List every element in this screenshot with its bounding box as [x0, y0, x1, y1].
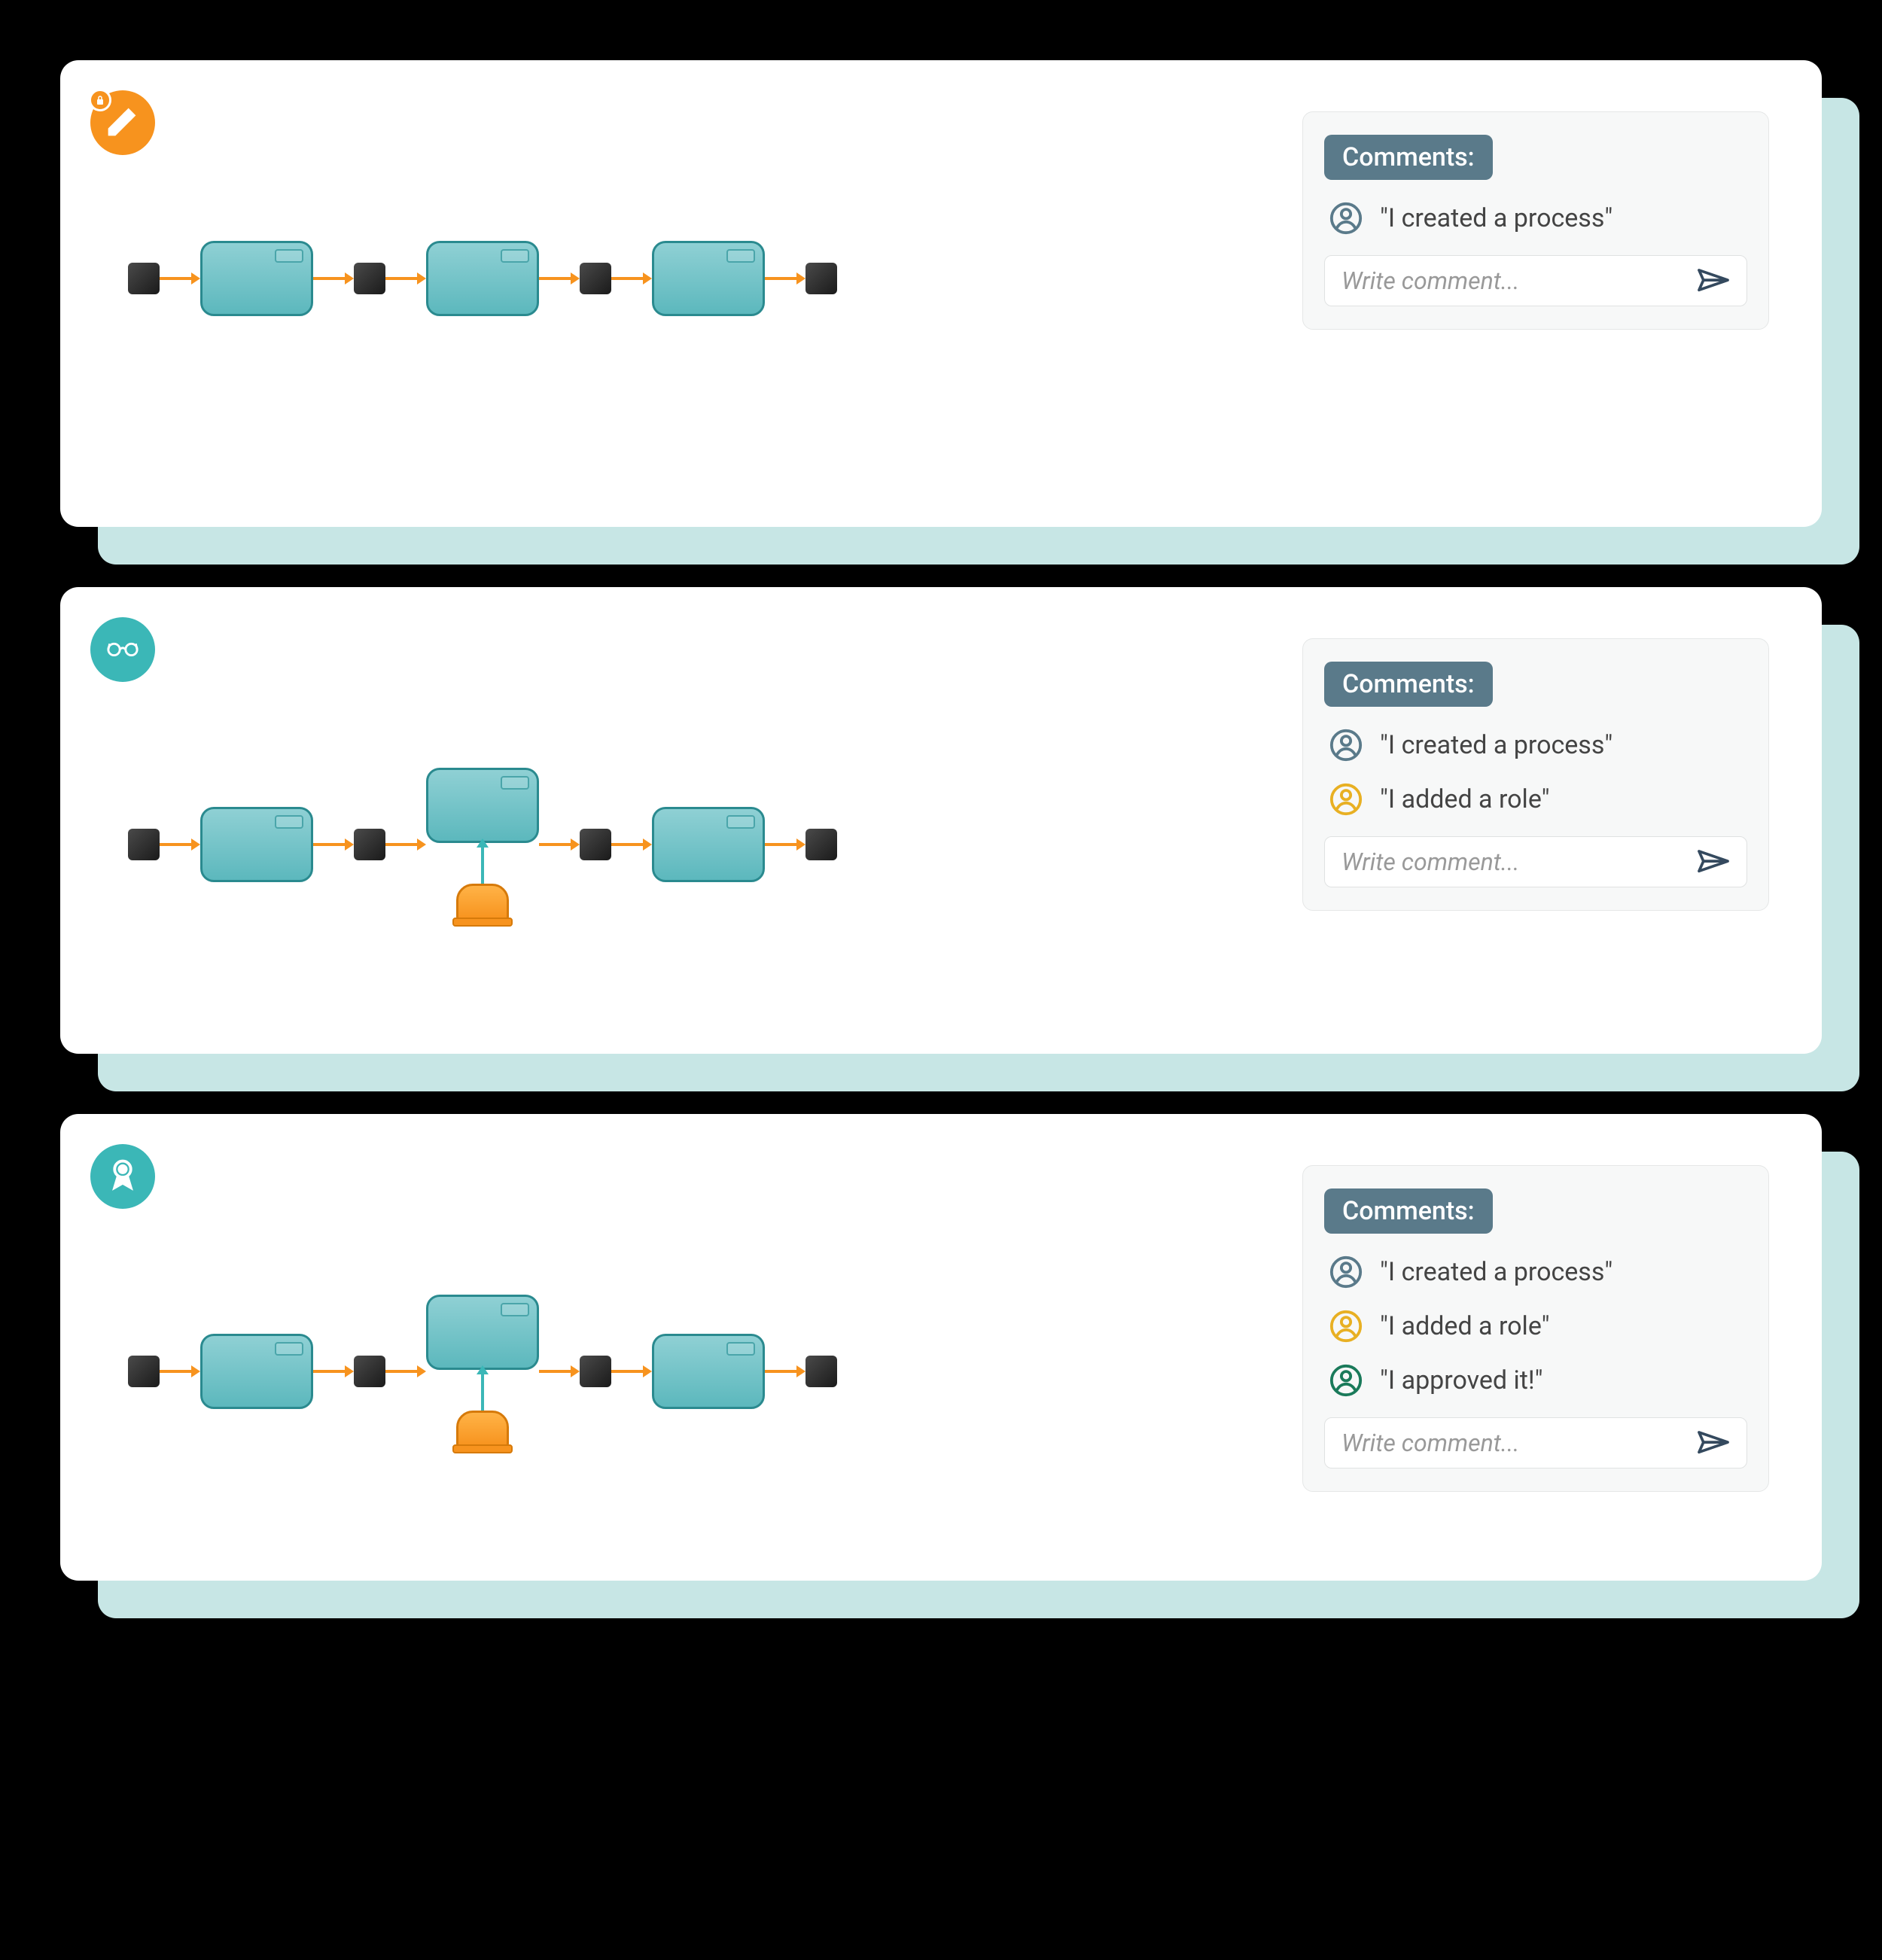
flow-arrow [160, 273, 200, 284]
role-icon [456, 1411, 509, 1448]
flow-arrow [611, 839, 652, 850]
user-avatar-icon [1329, 782, 1363, 817]
flow-end-event [805, 1356, 837, 1387]
comment-text: "I approved it!" [1380, 1365, 1543, 1395]
flow-arrow [160, 839, 200, 850]
flow-area [113, 105, 1272, 316]
flow-area [113, 1159, 1272, 1448]
flow-arrow [313, 273, 354, 284]
flow-gateway [580, 1356, 611, 1387]
comment-text: "I created a process" [1380, 203, 1612, 233]
comment-placeholder: Write comment... [1341, 1429, 1697, 1457]
flow-gateway [580, 263, 611, 294]
flow-arrow [539, 839, 580, 850]
stage-badge [90, 1144, 155, 1209]
comment-text: "I created a process" [1380, 1257, 1612, 1287]
flow-end-event [805, 263, 837, 294]
ribbon-icon [105, 1158, 140, 1195]
flow-arrow [539, 273, 580, 284]
pencil-icon [105, 104, 140, 142]
role-connector-arrow [481, 846, 484, 884]
flow-arrow [539, 1366, 580, 1377]
send-icon[interactable] [1697, 849, 1730, 875]
flow-task-node [426, 1295, 539, 1370]
flow-task-node [200, 807, 313, 882]
flow-arrow [385, 273, 426, 284]
comments-header: Comments: [1324, 135, 1493, 180]
flow-task-node [652, 1334, 765, 1409]
comment-row: "I created a process" [1324, 201, 1747, 236]
user-avatar-icon [1329, 728, 1363, 762]
comments-panel: Comments: "I created a process" "I added a… [1302, 638, 1769, 911]
flow-start-event [128, 829, 160, 860]
card: Comments: "I created a process" "I added a… [60, 587, 1822, 1054]
stage-card: Comments: "I created a process" "I added a… [60, 587, 1822, 1054]
comment-row: "I created a process" [1324, 1255, 1747, 1289]
card: Comments: "I created a process" Write comm… [60, 60, 1822, 527]
flow-task-with-role [426, 768, 539, 921]
flow-gateway [354, 1356, 385, 1387]
flow-end-event [805, 829, 837, 860]
stage-card: Comments: "I created a process" "I added a… [60, 1114, 1822, 1581]
flow-task-with-role [426, 1295, 539, 1448]
process-flow [128, 241, 1272, 316]
flow-task-node [426, 768, 539, 843]
flow-arrow [313, 1366, 354, 1377]
flow-task-node [200, 1334, 313, 1409]
glasses-icon [105, 631, 140, 668]
comment-placeholder: Write comment... [1341, 266, 1697, 295]
user-avatar-icon [1329, 1363, 1363, 1398]
comments-panel: Comments: "I created a process" Write comm… [1302, 111, 1769, 330]
comment-input[interactable]: Write comment... [1324, 836, 1747, 887]
flow-gateway [354, 829, 385, 860]
flow-task-node [652, 241, 765, 316]
flow-task-node [200, 241, 313, 316]
role-icon [456, 884, 509, 921]
flow-arrow [611, 1366, 652, 1377]
comments-panel: Comments: "I created a process" "I added a… [1302, 1165, 1769, 1492]
send-icon[interactable] [1697, 1430, 1730, 1456]
stage-card: Comments: "I created a process" Write comm… [60, 60, 1822, 527]
flow-start-event [128, 263, 160, 294]
card: Comments: "I created a process" "I added a… [60, 1114, 1822, 1581]
stage-badge [90, 90, 155, 155]
stage-badge [90, 617, 155, 682]
flow-task-node [652, 807, 765, 882]
comment-placeholder: Write comment... [1341, 848, 1697, 876]
flow-arrow [765, 839, 805, 850]
flow-arrow [385, 839, 426, 850]
lock-icon [89, 89, 111, 111]
role-connector-arrow [481, 1373, 484, 1411]
flow-start-event [128, 1356, 160, 1387]
flow-arrow [765, 1366, 805, 1377]
flow-gateway [354, 263, 385, 294]
user-avatar-icon [1329, 201, 1363, 236]
comment-text: "I created a process" [1380, 730, 1612, 760]
flow-area [113, 632, 1272, 921]
comment-row: "I added a role" [1324, 782, 1747, 817]
comment-text: "I added a role" [1380, 784, 1550, 814]
comment-input[interactable]: Write comment... [1324, 1417, 1747, 1468]
comments-header: Comments: [1324, 662, 1493, 707]
user-avatar-icon [1329, 1255, 1363, 1289]
flow-arrow [313, 839, 354, 850]
comment-input[interactable]: Write comment... [1324, 255, 1747, 306]
flow-arrow [385, 1366, 426, 1377]
send-icon[interactable] [1697, 268, 1730, 294]
comment-row: "I added a role" [1324, 1309, 1747, 1344]
flow-arrow [611, 273, 652, 284]
comments-header: Comments: [1324, 1188, 1493, 1234]
flow-gateway [580, 829, 611, 860]
comment-row: "I approved it!" [1324, 1363, 1747, 1398]
comment-row: "I created a process" [1324, 728, 1747, 762]
flow-arrow [160, 1366, 200, 1377]
user-avatar-icon [1329, 1309, 1363, 1344]
comment-text: "I added a role" [1380, 1311, 1550, 1341]
flow-arrow [765, 273, 805, 284]
process-flow [128, 1295, 1272, 1448]
process-flow [128, 768, 1272, 921]
flow-task-node [426, 241, 539, 316]
